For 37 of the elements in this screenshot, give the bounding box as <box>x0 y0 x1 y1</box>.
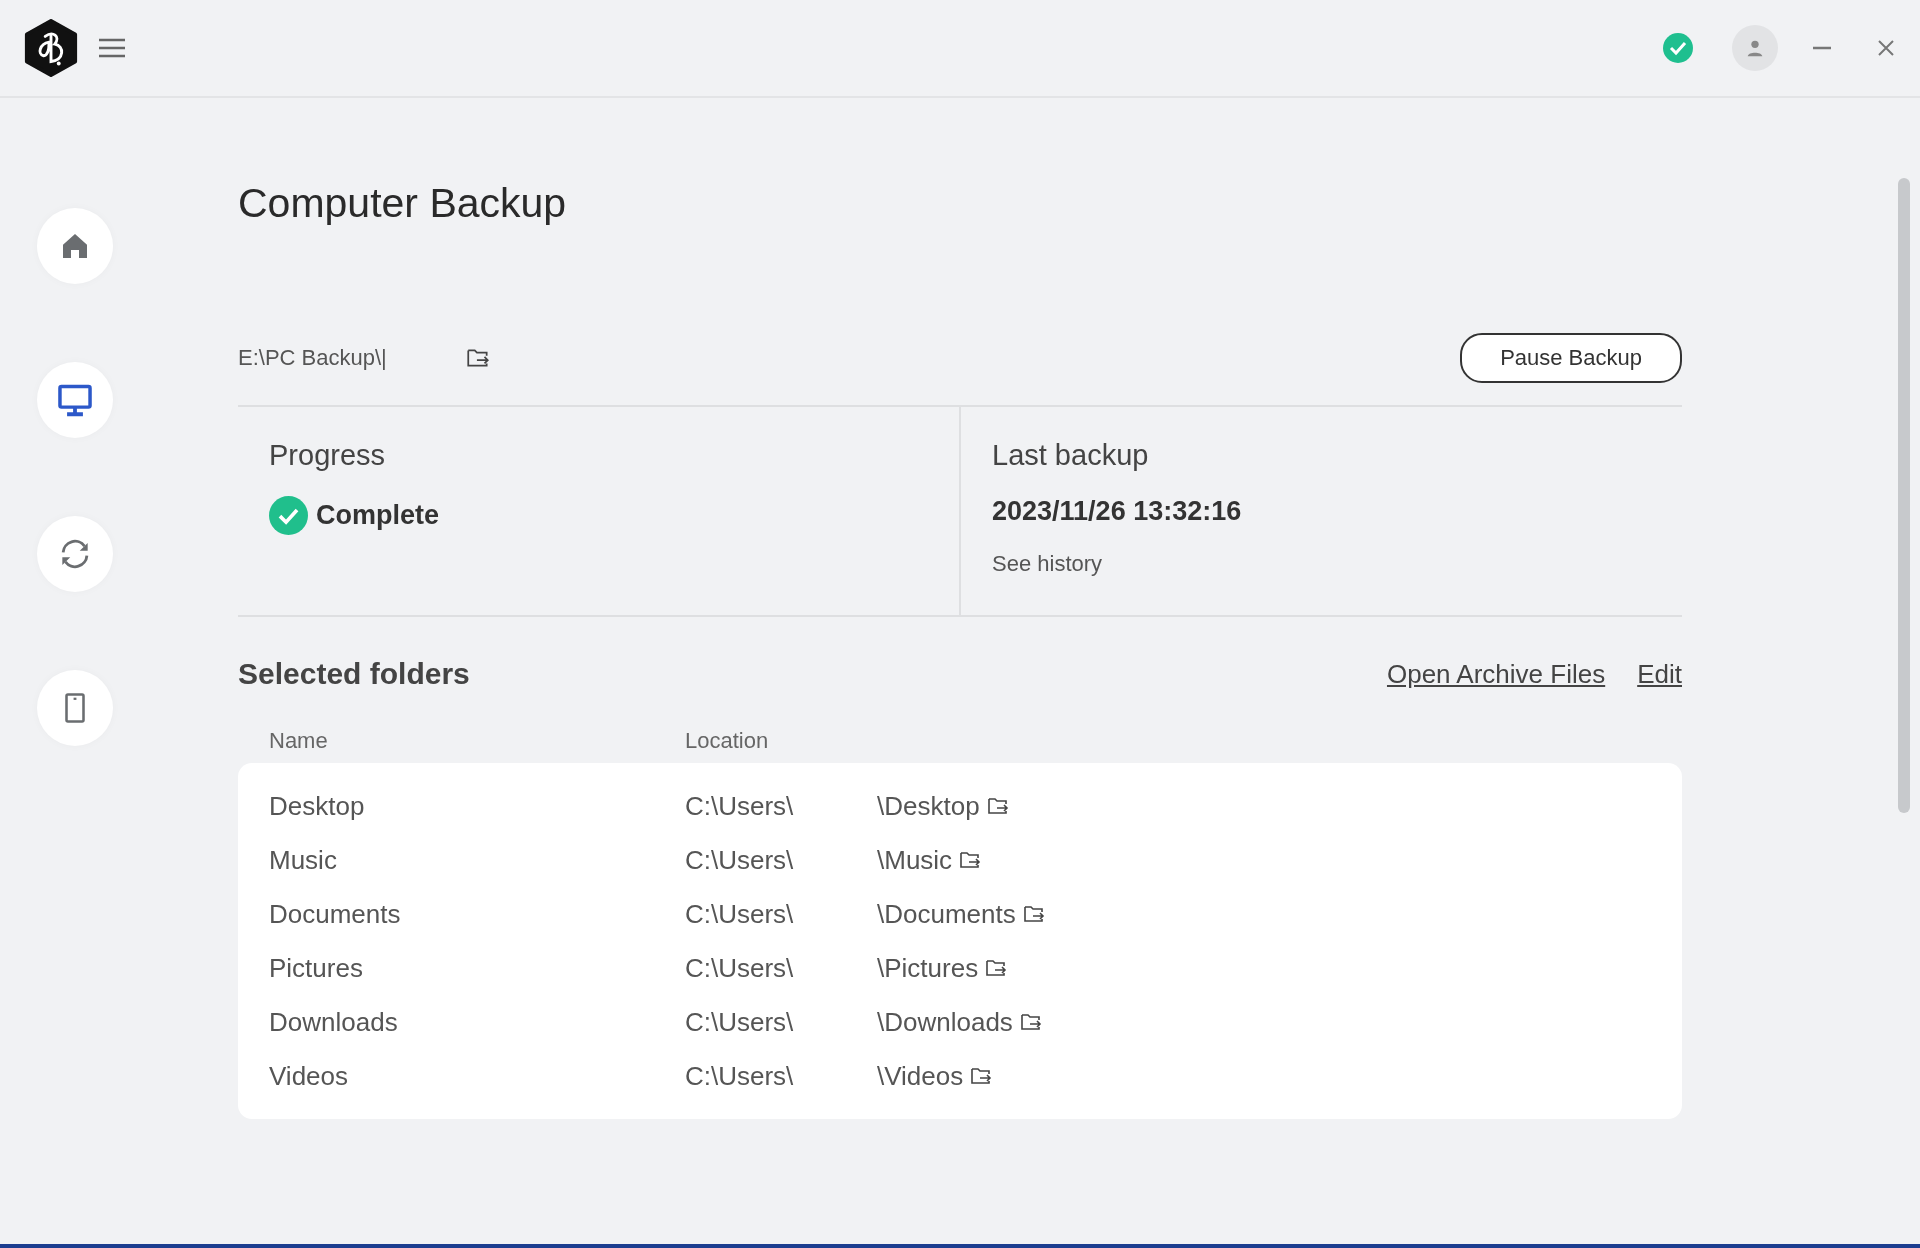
account-button[interactable] <box>1732 25 1778 71</box>
folder-path: \Desktop <box>877 790 980 822</box>
folder-location: C:\Users\ <box>685 1006 795 1038</box>
backup-path: E:\PC Backup\| <box>238 345 387 371</box>
status-check-icon <box>1662 32 1694 64</box>
action-link[interactable]: Open Archive Files <box>1386 658 1606 690</box>
folder-path: \Videos <box>877 1060 964 1092</box>
folder-location: C:\Users\ <box>685 898 795 930</box>
folder-name: Downloads <box>269 1006 399 1038</box>
last-backup-label: Last backup <box>992 439 1149 472</box>
column-header: Name <box>269 728 329 754</box>
section-title: Selected folders <box>238 657 470 691</box>
see-history-link[interactable]: See history <box>992 551 1103 577</box>
folder-path: \Pictures <box>877 952 979 984</box>
folder-name: Pictures <box>269 952 364 984</box>
folder-path: \Documents <box>877 898 1016 930</box>
folder-location: C:\Users\ <box>685 952 795 984</box>
progress-label: Progress <box>269 439 386 472</box>
folder-location: C:\Users\ <box>685 1060 795 1092</box>
folder-path: \Music <box>877 844 953 876</box>
column-header: Location <box>685 728 770 754</box>
last-backup-time: 2023/11/26 13:32:16 <box>992 496 1242 527</box>
pause-backup-button[interactable]: Pause Backup <box>1460 333 1682 383</box>
app-logo-icon <box>22 19 80 77</box>
folder-name: Music <box>269 844 338 876</box>
folder-path: \Downloads <box>877 1006 1013 1038</box>
folder-location: C:\Users\ <box>685 790 795 822</box>
progress-status: Complete <box>316 500 440 531</box>
folder-name: Videos <box>269 1060 350 1092</box>
folder-name: Desktop <box>269 790 366 822</box>
folder-name: Documents <box>269 898 402 930</box>
folder-location: C:\Users\ <box>685 844 795 876</box>
action-link[interactable]: Edit <box>1637 658 1682 690</box>
menu-icon[interactable] <box>98 38 126 58</box>
scrollbar[interactable] <box>1898 178 1910 813</box>
page-title: Computer Backup <box>238 180 568 227</box>
check-circle-icon <box>269 496 308 535</box>
